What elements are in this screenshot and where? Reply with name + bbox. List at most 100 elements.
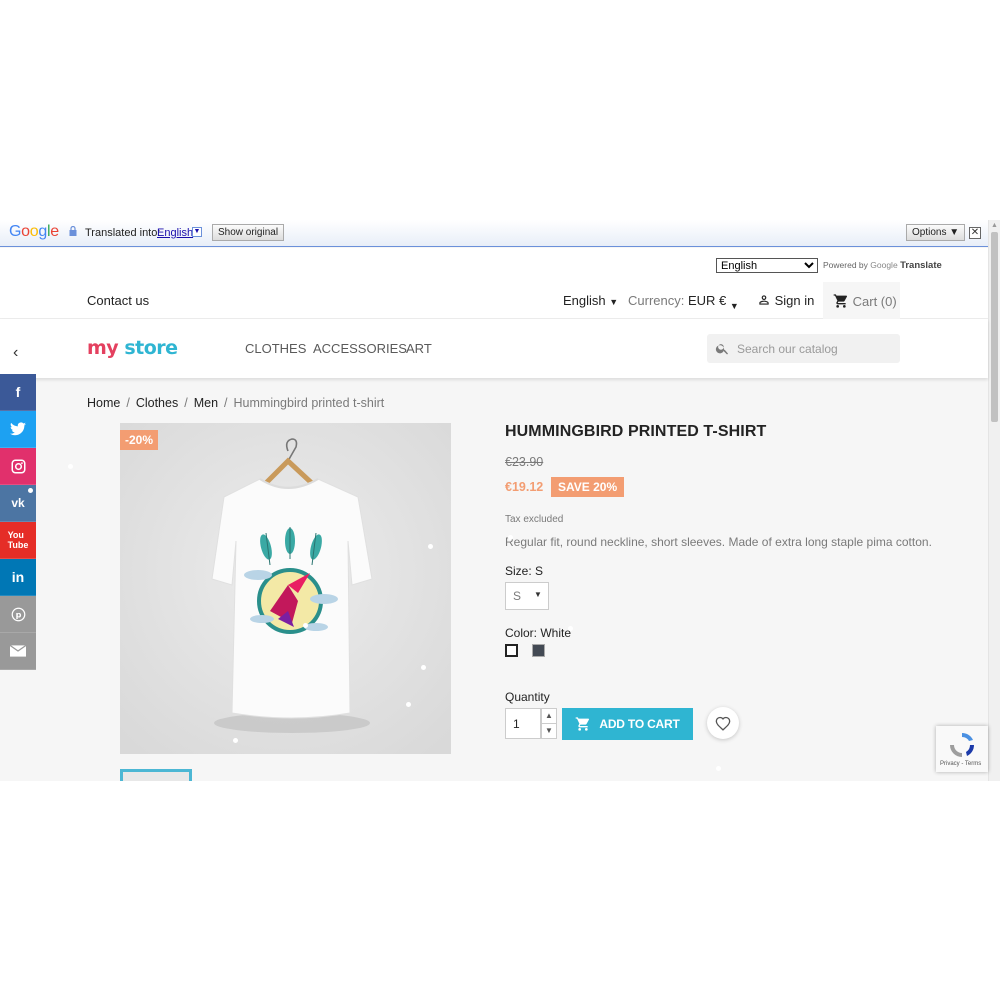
- color-swatch-white[interactable]: [505, 644, 518, 657]
- caret-down-icon: ▼: [534, 590, 542, 599]
- snow-dot: [428, 544, 433, 549]
- sign-in-link[interactable]: Sign in: [757, 293, 814, 308]
- language-dropdown-arrow[interactable]: ▼: [192, 227, 202, 237]
- search-box[interactable]: Search our catalog: [707, 334, 900, 363]
- product-image[interactable]: [120, 423, 451, 754]
- breadcrumb-current: Hummingbird printed t-shirt: [233, 396, 385, 410]
- product-thumbnail[interactable]: [120, 769, 192, 781]
- linkedin-icon[interactable]: in: [0, 559, 36, 596]
- quantity-input[interactable]: 1: [505, 708, 541, 739]
- twitter-icon[interactable]: [0, 411, 36, 448]
- google-translate-bar: Google Translated into: English ▼ Show o…: [0, 220, 988, 247]
- main-header: my store CLOTHES ACCESSORIES ART Search …: [0, 319, 988, 378]
- snow-dot: [406, 702, 411, 707]
- instagram-icon[interactable]: [0, 448, 36, 485]
- save-badge: SAVE 20%: [551, 477, 625, 497]
- breadcrumb-home[interactable]: Home: [87, 396, 120, 410]
- lock-icon: [69, 226, 77, 236]
- caret-down-icon: ▼: [609, 297, 619, 307]
- options-button[interactable]: Options ▼: [906, 224, 966, 241]
- logo-store: store: [124, 337, 178, 359]
- currency-dropdown[interactable]: Currency: EUR € ▼: [628, 293, 739, 311]
- chevron-left-icon[interactable]: ‹: [13, 344, 18, 362]
- heart-icon: [715, 716, 731, 731]
- size-label: Size: S: [505, 564, 544, 578]
- discount-flag: -20%: [120, 430, 159, 450]
- svg-text:p: p: [15, 609, 21, 619]
- google-mini-logo: Google: [870, 260, 898, 270]
- t-shirt-illustration: [120, 423, 451, 754]
- store-logo[interactable]: my store: [87, 337, 178, 359]
- snow-dot: [716, 766, 721, 771]
- current-price: €19.12: [505, 480, 544, 494]
- show-original-button[interactable]: Show original: [212, 224, 285, 241]
- quantity-decrement-icon[interactable]: ▼: [541, 723, 557, 739]
- powered-by-google-translate: Powered by Google Translate: [823, 260, 942, 271]
- translate-label: Translate: [900, 260, 942, 271]
- tax-label: Tax excluded: [505, 514, 564, 525]
- color-label: Color: White: [505, 626, 572, 640]
- shopping-cart-icon: [833, 294, 848, 308]
- menu-item-accessories[interactable]: ACCESSORIES: [313, 341, 407, 356]
- email-icon[interactable]: [0, 633, 36, 670]
- snow-dot: [303, 623, 308, 628]
- translated-language-link[interactable]: English: [157, 227, 193, 239]
- snow-dot: [233, 738, 238, 743]
- product-description: Regular fit, round neckline, short sleev…: [505, 535, 932, 549]
- recaptcha-icon: [950, 732, 975, 757]
- shopping-cart-icon: [576, 717, 590, 731]
- contact-us-link[interactable]: Contact us: [87, 293, 149, 308]
- size-value: S: [513, 589, 522, 603]
- snow-dot: [421, 665, 426, 670]
- pinterest-icon[interactable]: p: [0, 596, 36, 633]
- page-scrollbar[interactable]: ▲: [988, 220, 1000, 781]
- add-to-cart-label: ADD TO CART: [599, 717, 680, 731]
- recaptcha-terms[interactable]: Privacy - Terms: [940, 761, 981, 767]
- color-swatch-dark[interactable]: [532, 644, 545, 657]
- cart-label: Cart (0): [852, 294, 897, 309]
- user-icon: [759, 295, 769, 305]
- currency-value: EUR €: [687, 293, 727, 308]
- social-share-sidebar: f vk You Tube in p: [0, 374, 36, 670]
- regular-price: €23.90: [505, 455, 544, 469]
- translate-language-select[interactable]: English: [716, 258, 818, 273]
- snow-dot: [68, 464, 73, 469]
- breadcrumb-clothes[interactable]: Clothes: [136, 396, 178, 410]
- menu-item-clothes[interactable]: CLOTHES: [245, 341, 306, 356]
- scrollbar-thumb[interactable]: [991, 232, 998, 422]
- translated-into-label: Translated into:: [85, 227, 161, 239]
- close-icon[interactable]: ✕: [969, 227, 981, 239]
- breadcrumb-separator: /: [224, 396, 228, 410]
- wishlist-button[interactable]: [707, 707, 739, 739]
- facebook-icon[interactable]: f: [0, 374, 36, 411]
- snow-dot: [28, 488, 33, 493]
- language-dropdown[interactable]: English ▼: [563, 293, 618, 308]
- snow-dot: [508, 535, 513, 540]
- size-select[interactable]: S ▼: [505, 582, 549, 610]
- recaptcha-badge[interactable]: Privacy - Terms: [936, 726, 988, 772]
- search-icon: [715, 344, 728, 355]
- currency-label: Currency:: [628, 293, 685, 308]
- menu-item-art[interactable]: ART: [406, 341, 432, 356]
- breadcrumb: Home / Clothes / Men / Hummingbird printed t-s…: [87, 396, 384, 410]
- powered-by-label: Powered by: [823, 260, 868, 270]
- google-logo: Google: [9, 223, 59, 240]
- search-placeholder: Search our catalog: [737, 342, 838, 356]
- logo-my: my: [87, 337, 119, 359]
- breadcrumb-separator: /: [184, 396, 188, 410]
- breadcrumb-men[interactable]: Men: [194, 396, 218, 410]
- language-dropdown-label: English: [563, 293, 606, 308]
- caret-down-icon: ▼: [729, 301, 739, 311]
- quantity-increment-icon[interactable]: ▲: [541, 708, 557, 724]
- top-nav: Contact us English ▼ Currency: EUR € ▼ S…: [0, 282, 988, 319]
- browser-viewport: Google Translated into: English ▼ Show o…: [0, 220, 1000, 781]
- product-title: HUMMINGBIRD PRINTED T-SHIRT: [505, 423, 767, 440]
- sign-in-label: Sign in: [774, 293, 815, 308]
- quantity-label: Quantity: [505, 690, 550, 704]
- youtube-icon[interactable]: You Tube: [0, 522, 36, 559]
- cart-button[interactable]: Cart (0): [823, 282, 900, 319]
- add-to-cart-button[interactable]: ADD TO CART: [562, 708, 693, 740]
- breadcrumb-separator: /: [126, 396, 130, 410]
- scroll-up-arrow-icon[interactable]: ▲: [991, 222, 998, 229]
- language-selector-row: English Powered by Google Translate: [0, 248, 988, 282]
